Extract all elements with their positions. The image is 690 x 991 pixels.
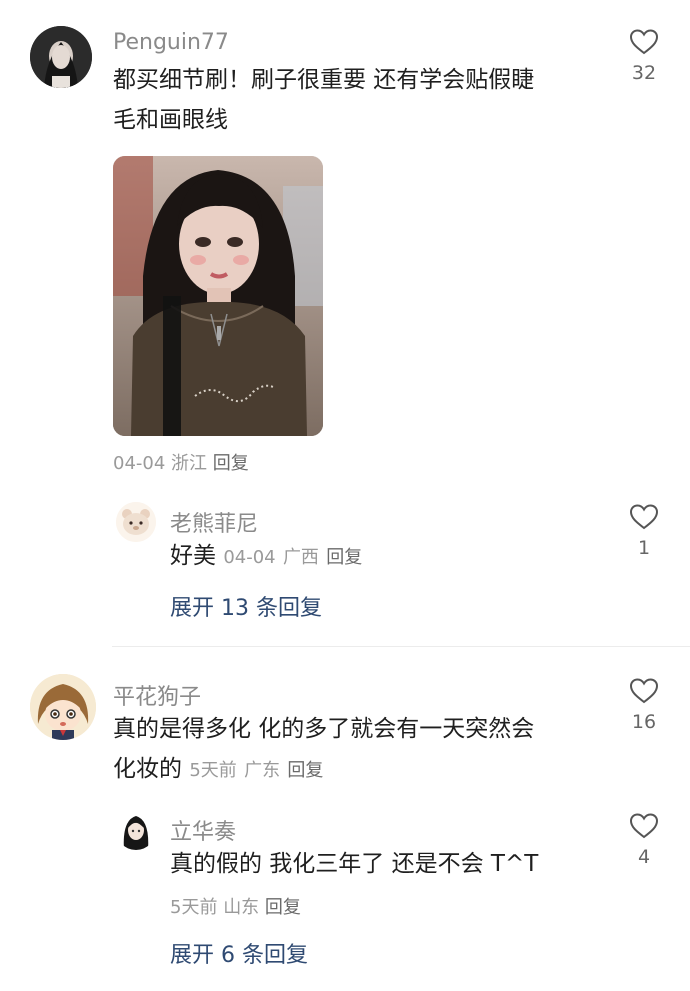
reply-location: 广西 bbox=[282, 547, 319, 568]
like-count: 32 bbox=[631, 62, 657, 84]
reply-button[interactable]: 回复 bbox=[213, 453, 249, 474]
avatar[interactable] bbox=[116, 810, 156, 850]
like-button[interactable]: 1 bbox=[614, 503, 674, 559]
avatar[interactable] bbox=[116, 502, 156, 542]
comment-date: 5天前 bbox=[189, 760, 237, 781]
reply-meta: 5天前 山东 回复 bbox=[170, 893, 301, 919]
comment-text-line1: 真的是得多化 化的多了就会有一天突然会 bbox=[113, 716, 535, 742]
comment-meta: 04-04 浙江 回复 bbox=[113, 449, 249, 475]
avatar[interactable] bbox=[30, 674, 96, 740]
like-button[interactable]: 16 bbox=[614, 677, 674, 733]
like-button[interactable]: 4 bbox=[614, 812, 674, 868]
reply-button[interactable]: 回复 bbox=[326, 547, 362, 568]
comment-text-line2: 毛和画眼线 bbox=[113, 107, 228, 133]
reply-location: 山东 bbox=[223, 897, 260, 918]
comment-text-tail: 化妆的 bbox=[113, 756, 182, 782]
username[interactable]: 平花狗子 bbox=[113, 679, 201, 711]
comment-location: 广东 bbox=[244, 760, 281, 781]
expand-replies-link[interactable]: 展开 6 条回复 bbox=[170, 937, 308, 969]
heart-outline-icon bbox=[629, 813, 659, 839]
like-button[interactable]: 32 bbox=[614, 28, 674, 84]
divider bbox=[112, 646, 690, 647]
comment-location: 浙江 bbox=[171, 453, 208, 474]
comment-text-line1: 都买细节刷！刷子很重要 还有学会贴假睫 bbox=[113, 67, 535, 93]
reply-button[interactable]: 回复 bbox=[265, 897, 301, 918]
comment-text-line2: 化妆的 5天前 广东 回复 bbox=[113, 749, 323, 791]
username[interactable]: 老熊菲尼 bbox=[170, 506, 258, 538]
reply-date: 04-04 bbox=[223, 547, 276, 568]
heart-outline-icon bbox=[629, 29, 659, 55]
reply-text: 真的假的 我化三年了 还是不会 T^T bbox=[170, 851, 539, 877]
reply-line: 好美 04-04 广西 回复 bbox=[170, 536, 362, 578]
username[interactable]: Penguin77 bbox=[113, 30, 229, 55]
comment-photo[interactable] bbox=[113, 156, 323, 436]
comment-date: 04-04 bbox=[113, 453, 166, 474]
avatar[interactable] bbox=[30, 26, 92, 88]
like-count: 4 bbox=[637, 846, 651, 868]
heart-outline-icon bbox=[629, 504, 659, 530]
like-count: 16 bbox=[631, 711, 657, 733]
username[interactable]: 立华奏 bbox=[170, 814, 236, 846]
expand-replies-link[interactable]: 展开 13 条回复 bbox=[170, 590, 322, 622]
reply-button[interactable]: 回复 bbox=[287, 760, 323, 781]
reply-date: 5天前 bbox=[170, 897, 218, 918]
reply-text: 好美 bbox=[170, 543, 216, 569]
heart-outline-icon bbox=[629, 678, 659, 704]
like-count: 1 bbox=[637, 537, 651, 559]
